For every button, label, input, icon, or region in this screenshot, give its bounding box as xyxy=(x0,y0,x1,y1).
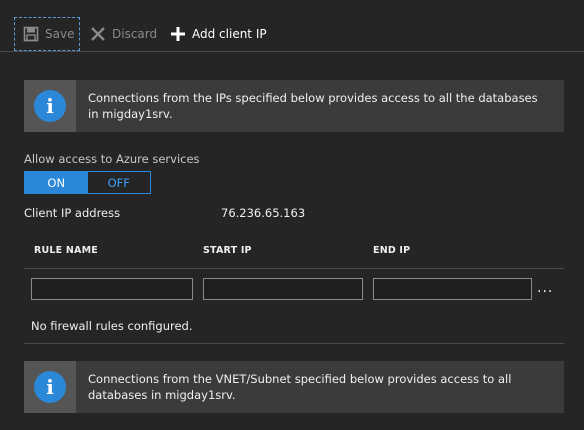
rules-divider xyxy=(24,343,564,344)
start-ip-input[interactable] xyxy=(203,278,363,300)
header-divider xyxy=(24,268,564,269)
save-label: Save xyxy=(45,27,75,41)
info-banner-text: Connections from the IPs specified below… xyxy=(88,91,538,121)
save-disk-icon xyxy=(23,26,39,42)
close-x-icon xyxy=(90,26,106,42)
info-icon: i xyxy=(34,371,66,403)
column-header-start-ip: START IP xyxy=(203,245,252,256)
info-banner-vnet: i Connections from the VNET/Subnet speci… xyxy=(24,361,564,413)
column-header-end-ip: END IP xyxy=(373,245,411,256)
client-ip-value: 76.236.65.163 xyxy=(221,206,306,220)
command-bar: Save Discard Add client IP xyxy=(0,0,584,52)
rule-name-input[interactable] xyxy=(31,278,193,300)
client-ip-label: Client IP address xyxy=(24,206,121,220)
end-ip-input[interactable] xyxy=(373,278,532,300)
azure-services-label: Allow access to Azure services xyxy=(24,152,200,166)
toggle-off-option[interactable]: OFF xyxy=(88,172,151,193)
add-client-ip-label: Add client IP xyxy=(192,27,267,41)
info-icon: i xyxy=(34,90,66,122)
plus-icon xyxy=(170,26,186,42)
info-banner-ip: i Connections from the IPs specified bel… xyxy=(24,80,564,132)
discard-button[interactable]: Discard xyxy=(90,17,157,51)
empty-rules-message: No firewall rules configured. xyxy=(31,319,193,333)
toggle-on-option[interactable]: ON xyxy=(25,172,88,193)
info-banner-text: Connections from the VNET/Subnet specifi… xyxy=(88,372,512,402)
more-options-button[interactable]: ... xyxy=(537,281,553,295)
discard-label: Discard xyxy=(112,27,158,41)
info-icon-container: i xyxy=(24,80,76,132)
info-icon-container: i xyxy=(24,361,76,413)
column-header-rule-name: RULE NAME xyxy=(34,245,98,256)
save-button[interactable]: Save xyxy=(14,17,80,51)
add-client-ip-button[interactable]: Add client IP xyxy=(170,17,267,51)
azure-services-toggle[interactable]: ON OFF xyxy=(24,171,151,194)
